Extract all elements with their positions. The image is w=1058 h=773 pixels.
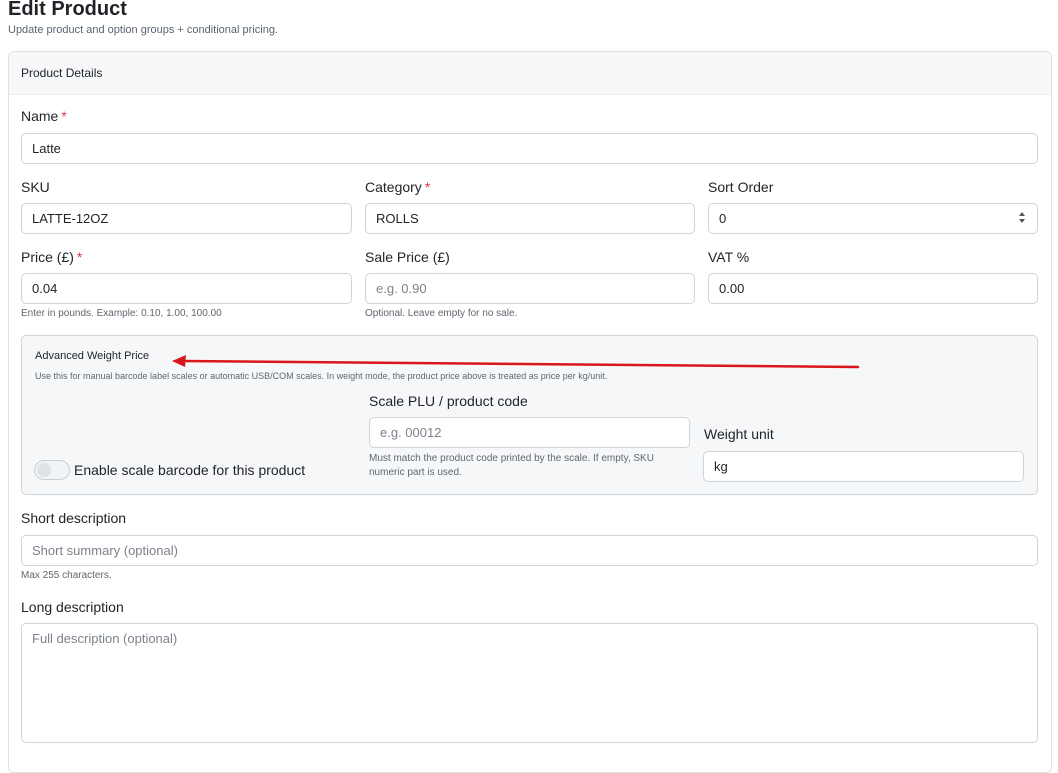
card-header: Product Details xyxy=(9,52,1051,95)
required-marker: * xyxy=(61,108,67,124)
sale-price-hint: Optional. Leave empty for no sale. xyxy=(365,308,518,319)
price-hint: Enter in pounds. Example: 0.10, 1.00, 10… xyxy=(21,308,222,319)
scale-plu-input[interactable]: e.g. 00012 xyxy=(369,417,690,448)
required-marker: * xyxy=(424,179,431,195)
category-label: Category * xyxy=(365,179,431,195)
name-input[interactable]: Latte xyxy=(21,133,1038,164)
number-spinner-icon[interactable] xyxy=(1019,211,1027,226)
long-description-textarea[interactable]: Full description (optional) xyxy=(21,623,1038,743)
price-label: Price (£) * xyxy=(21,249,83,265)
page-subtitle: Update product and option groups + condi… xyxy=(8,24,278,36)
vat-input[interactable]: 0.00 xyxy=(708,273,1038,304)
scale-barcode-toggle[interactable] xyxy=(34,460,70,480)
sort-order-value: 0 xyxy=(719,211,727,226)
sku-input[interactable]: LATTE-12OZ xyxy=(21,203,352,234)
scale-plu-hint: Must match the product code printed by t… xyxy=(369,453,654,478)
required-marker: * xyxy=(76,249,83,265)
short-description-hint: Max 255 characters. xyxy=(21,570,112,581)
sort-order-label: Sort Order xyxy=(708,179,774,195)
sort-order-input[interactable]: 0 xyxy=(708,203,1038,234)
advanced-weight-title: Advanced Weight Price xyxy=(35,350,150,362)
short-description-label: Short description xyxy=(21,510,127,526)
sale-price-label: Sale Price (£) xyxy=(365,249,450,265)
advanced-weight-description: Use this for manual barcode label scales… xyxy=(35,371,608,381)
weight-unit-label: Weight unit xyxy=(704,426,774,442)
long-description-label: Long description xyxy=(21,599,124,615)
page-title: Edit Product xyxy=(8,0,127,20)
name-label: Name * xyxy=(21,108,67,124)
vat-label: VAT % xyxy=(708,249,750,265)
sale-price-input[interactable]: e.g. 0.90 xyxy=(365,273,695,304)
scale-plu-label: Scale PLU / product code xyxy=(369,393,528,409)
price-input[interactable]: 0.04 xyxy=(21,273,352,304)
weight-unit-input[interactable]: kg xyxy=(703,451,1024,482)
sku-label: SKU xyxy=(21,179,50,195)
toggle-knob xyxy=(37,463,51,477)
scale-barcode-toggle-label[interactable]: Enable scale barcode for this product xyxy=(74,462,305,478)
short-description-input[interactable]: Short summary (optional) xyxy=(21,535,1038,566)
category-input[interactable]: ROLLS xyxy=(365,203,695,234)
